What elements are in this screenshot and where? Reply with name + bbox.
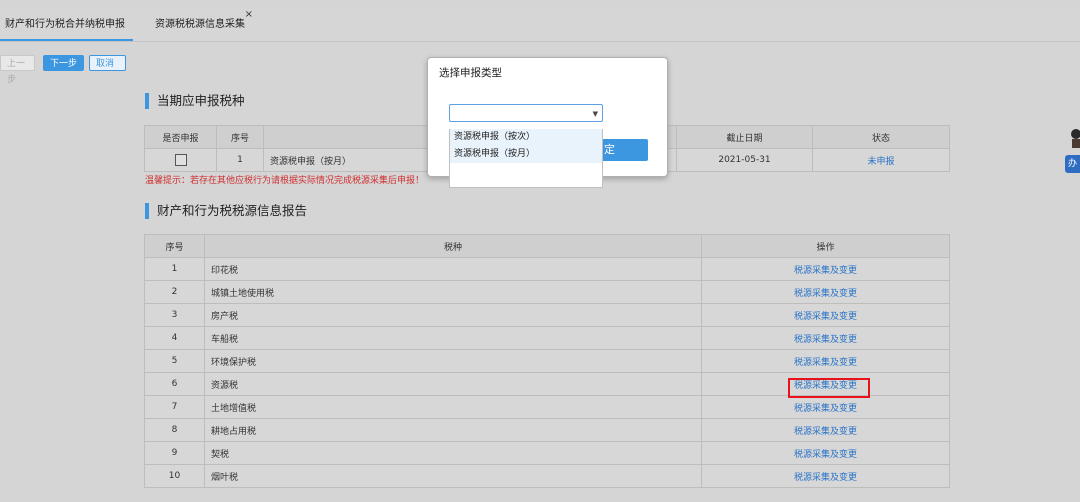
row-index: 4	[144, 326, 205, 350]
col-header: 税种	[204, 234, 702, 258]
option-monthly[interactable]: 资源税申报（按月）	[450, 146, 602, 163]
col-header: 序号	[216, 125, 264, 149]
tab-combined-declaration[interactable]: 财产和行为税合并纳税申报	[0, 8, 133, 41]
tax-name: 印花税	[204, 257, 702, 281]
table-row: 9 契税 税源采集及变更	[144, 441, 950, 465]
section-marker	[145, 203, 149, 219]
tab-resource-tax-collection[interactable]: 资源税税源信息采集 ×	[155, 8, 253, 41]
table-row: 4 车船税 税源采集及变更	[144, 326, 950, 350]
table-row: 3 房产税 税源采集及变更	[144, 303, 950, 327]
collect-change-link[interactable]: 税源采集及变更	[701, 303, 950, 327]
highlight-box	[788, 378, 870, 398]
collect-change-link[interactable]: 税源采集及变更	[701, 441, 950, 465]
tab-label: 资源税税源信息采集	[155, 19, 245, 30]
deadline: 2021-05-31	[676, 148, 813, 172]
collect-change-link[interactable]: 税源采集及变更	[701, 464, 950, 488]
option-per-time[interactable]: 资源税申报（按次）	[450, 129, 602, 146]
col-header: 截止日期	[676, 125, 813, 149]
close-icon[interactable]: ×	[245, 0, 253, 31]
col-header: 状态	[812, 125, 950, 149]
warm-hint: 温馨提示：若存在其他应税行为请根据实际情况完成税源采集后申报！	[145, 176, 425, 186]
collect-change-link[interactable]: 税源采集及变更	[701, 349, 950, 373]
prev-step-button[interactable]: 上一步	[0, 55, 35, 85]
tab-bar: 财产和行为税合并纳税申报 资源税税源信息采集 ×	[0, 8, 1080, 42]
table-row: 2 城镇土地使用税 税源采集及变更	[144, 280, 950, 304]
tax-name: 车船税	[204, 326, 702, 350]
tax-name: 土地增值税	[204, 395, 702, 419]
table-row: 7 土地增值税 税源采集及变更	[144, 395, 950, 419]
status-link[interactable]: 未申报	[812, 148, 950, 172]
tax-name: 契税	[204, 441, 702, 465]
table-row: 10 烟叶税 税源采集及变更	[144, 464, 950, 488]
row-index: 6	[144, 372, 205, 396]
collect-change-link[interactable]: 税源采集及变更	[701, 418, 950, 442]
tax-source-table: 序号 税种 操作 1 印花税 税源采集及变更 2 城镇土地使用税 税源采集及变更 3 房产…	[144, 234, 950, 488]
section-title-text: 当期应申报税种	[157, 93, 245, 108]
section-title-text: 财产和行为税税源信息报告	[157, 203, 308, 218]
section-marker	[145, 93, 149, 109]
dialog-title: 选择申报类型	[439, 67, 502, 79]
row-index: 8	[144, 418, 205, 442]
declaration-type-select[interactable]: ▼	[449, 104, 603, 122]
collect-change-link[interactable]: 税源采集及变更	[701, 395, 950, 419]
tax-name: 城镇土地使用税	[204, 280, 702, 304]
col-header: 是否申报	[144, 125, 217, 149]
tax-name: 环境保护税	[204, 349, 702, 373]
top-strip	[0, 0, 1080, 8]
side-service-badge[interactable]: 办	[1065, 155, 1080, 173]
row-index: 9	[144, 441, 205, 465]
declare-checkbox-cell	[144, 148, 217, 172]
row-index: 1	[144, 257, 205, 281]
assistant-avatar-icon[interactable]	[1067, 128, 1080, 148]
tax-name: 房产税	[204, 303, 702, 327]
row-index: 1	[216, 148, 264, 172]
declare-checkbox[interactable]	[174, 154, 187, 166]
tax-name: 资源税	[204, 372, 702, 396]
tax-name: 耕地占用税	[204, 418, 702, 442]
collect-change-link[interactable]: 税源采集及变更	[701, 326, 950, 350]
next-step-button[interactable]: 下一步	[43, 55, 84, 71]
row-index: 10	[144, 464, 205, 488]
row-index: 7	[144, 395, 205, 419]
tax-name: 烟叶税	[204, 464, 702, 488]
table-row: 1 印花税 税源采集及变更	[144, 257, 950, 281]
cancel-button[interactable]: 取消	[89, 55, 126, 71]
row-index: 3	[144, 303, 205, 327]
col-header: 序号	[144, 234, 205, 258]
collect-change-link[interactable]: 税源采集及变更	[701, 257, 950, 281]
row-index: 2	[144, 280, 205, 304]
row-index: 5	[144, 349, 205, 373]
collect-change-link[interactable]: 税源采集及变更	[701, 280, 950, 304]
dropdown-caret-icon: ▼	[592, 110, 598, 118]
col-header: 操作	[701, 234, 950, 258]
table-row: 5 环境保护税 税源采集及变更	[144, 349, 950, 373]
table-row: 8 耕地占用税 税源采集及变更	[144, 418, 950, 442]
declaration-type-options: 资源税申报（按次） 资源税申报（按月）	[449, 129, 603, 188]
